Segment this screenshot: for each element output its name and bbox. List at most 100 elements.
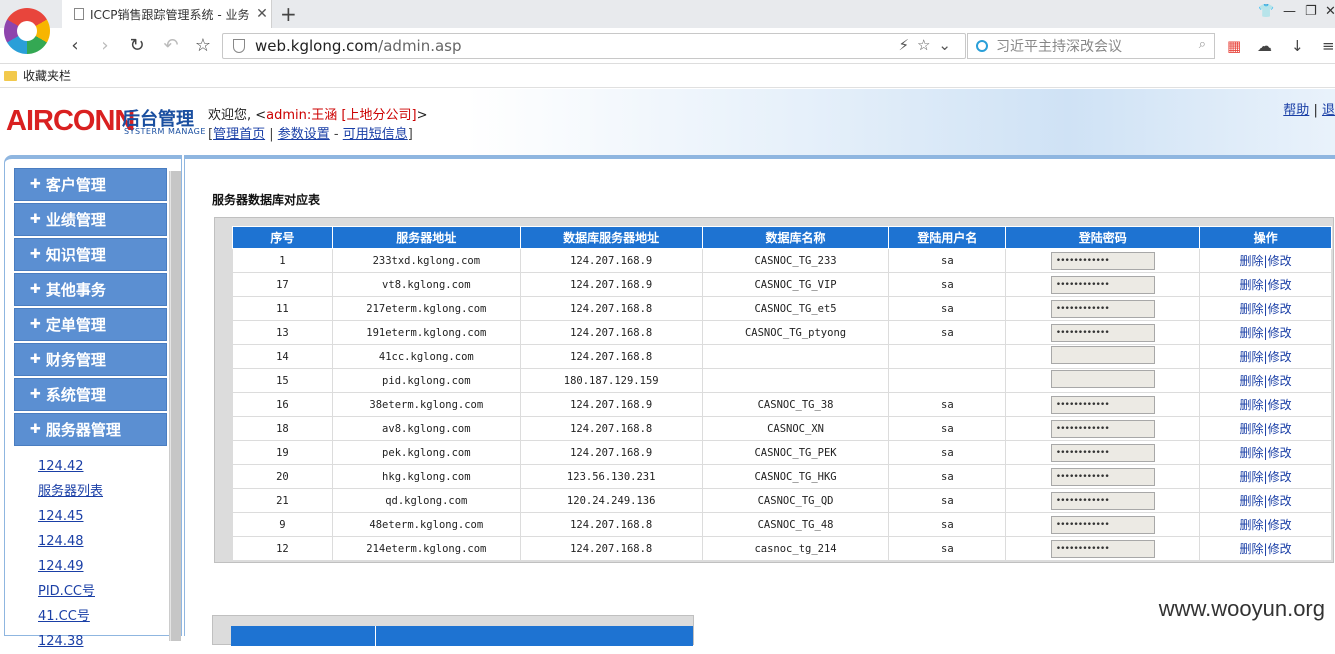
help-link[interactable]: 帮助	[1283, 103, 1309, 118]
search-icon[interactable]: ⌕	[1199, 37, 1206, 52]
edit-link[interactable]: 修改	[1268, 398, 1292, 412]
submenu-link[interactable]: 124.49	[38, 554, 103, 579]
row-actions: 删除|修改	[1240, 424, 1292, 436]
skin-icon[interactable]: 👕	[1258, 4, 1274, 19]
edit-link[interactable]: 修改	[1268, 542, 1292, 556]
cell-server: vt8.kglong.com	[332, 273, 520, 297]
favorite-star-icon[interactable]: ☆	[192, 35, 214, 57]
minimize-icon[interactable]: —	[1283, 4, 1296, 19]
edit-link[interactable]: 修改	[1268, 470, 1292, 484]
submenu-link[interactable]: 124.45	[38, 504, 103, 529]
sidebar-item-other[interactable]: ✚其他事务	[14, 273, 167, 306]
password-field[interactable]: ••••••••••••	[1051, 492, 1155, 510]
submenu-link[interactable]: 41.CC号	[38, 604, 103, 629]
submenu-link[interactable]: PID.CC号	[38, 579, 103, 604]
password-field[interactable]: ••••••••••••	[1051, 540, 1155, 558]
delete-link[interactable]: 删除	[1240, 326, 1264, 340]
submenu-link[interactable]: 124.42	[38, 454, 103, 479]
maximize-icon[interactable]: ❐	[1305, 4, 1317, 19]
delete-link[interactable]: 删除	[1240, 518, 1264, 532]
bookmarks-label[interactable]: 收藏夹栏	[23, 67, 71, 84]
edit-link[interactable]: 修改	[1268, 374, 1292, 388]
submenu-link[interactable]: 服务器列表	[38, 479, 103, 504]
password-field[interactable]: ••••••••••••	[1051, 468, 1155, 486]
menu-icon[interactable]: ≡	[1322, 37, 1335, 55]
password-field[interactable]: ••••••••••••	[1051, 252, 1155, 270]
cell-id: 21	[233, 489, 333, 513]
search-box[interactable]: 习近平主持深改会议 ⌕	[967, 33, 1215, 59]
browser-tab[interactable]: ICCP销售跟踪管理系统 - 业务 ✕	[62, 0, 272, 28]
delete-link[interactable]: 删除	[1240, 398, 1264, 412]
bookmarks-bar: 收藏夹栏	[0, 64, 1335, 88]
help-links: 帮助 | 退	[1283, 99, 1335, 118]
sidebar-item-finance[interactable]: ✚财务管理	[14, 343, 167, 376]
password-field[interactable]: ••••••••••••	[1051, 444, 1155, 462]
settings-link[interactable]: 参数设置	[278, 127, 330, 142]
delete-link[interactable]: 删除	[1240, 542, 1264, 556]
home-link[interactable]: 管理首页	[213, 127, 265, 142]
new-tab-icon[interactable]: +	[280, 2, 297, 26]
delete-link[interactable]: 删除	[1240, 254, 1264, 268]
undo-icon[interactable]: ↶	[160, 35, 182, 57]
logout-link[interactable]: 退	[1322, 103, 1335, 118]
submenu-link[interactable]: 124.48	[38, 529, 103, 554]
edit-link[interactable]: 修改	[1268, 278, 1292, 292]
row-actions: 删除|修改	[1240, 520, 1292, 532]
address-bar-actions[interactable]: ⚡☆⌄	[898, 36, 959, 54]
edit-link[interactable]: 修改	[1268, 518, 1292, 532]
cloud-icon[interactable]: ☁	[1257, 37, 1272, 55]
sidebar-item-orders[interactable]: ✚定单管理	[14, 308, 167, 341]
table-row: 1233txd.kglong.com124.207.168.9CASNOC_TG…	[233, 249, 1332, 273]
password-field[interactable]: ••••••••••••	[1051, 516, 1155, 534]
edit-link[interactable]: 修改	[1268, 326, 1292, 340]
download-icon[interactable]: ↓	[1291, 37, 1304, 55]
messages-link[interactable]: 可用短信息	[343, 127, 408, 142]
edit-link[interactable]: 修改	[1268, 494, 1292, 508]
delete-link[interactable]: 删除	[1240, 446, 1264, 460]
cell-user: sa	[889, 417, 1006, 441]
delete-link[interactable]: 删除	[1240, 374, 1264, 388]
browser-logo-icon[interactable]	[4, 8, 50, 54]
address-bar[interactable]: web.kglong.com/admin.asp ⚡☆⌄	[222, 33, 966, 59]
delete-link[interactable]: 删除	[1240, 302, 1264, 316]
sidebar-item-system[interactable]: ✚系统管理	[14, 378, 167, 411]
sidebar-item-performance[interactable]: ✚业绩管理	[14, 203, 167, 236]
forward-icon[interactable]: ›	[94, 35, 116, 57]
edit-link[interactable]: 修改	[1268, 254, 1292, 268]
password-field[interactable]	[1051, 370, 1155, 388]
delete-link[interactable]: 删除	[1240, 470, 1264, 484]
apps-grid-icon[interactable]: ▦	[1227, 37, 1241, 55]
submenu-link[interactable]: 124.38	[38, 629, 103, 654]
password-field[interactable]: ••••••••••••	[1051, 300, 1155, 318]
edit-link[interactable]: 修改	[1268, 302, 1292, 316]
edit-link[interactable]: 修改	[1268, 422, 1292, 436]
password-field[interactable]: ••••••••••••	[1051, 324, 1155, 342]
sidebar-item-knowledge[interactable]: ✚知识管理	[14, 238, 167, 271]
cell-db-server: 123.56.130.231	[520, 465, 702, 489]
sidebar-item-customers[interactable]: ✚客户管理	[14, 168, 167, 201]
delete-link[interactable]: 删除	[1240, 278, 1264, 292]
sidebar-scrollbar[interactable]	[169, 171, 181, 641]
close-window-icon[interactable]: ✕	[1325, 4, 1335, 19]
back-icon[interactable]: ‹	[64, 35, 86, 57]
edit-link[interactable]: 修改	[1268, 350, 1292, 364]
cell-user	[889, 369, 1006, 393]
password-field[interactable]: ••••••••••••	[1051, 396, 1155, 414]
delete-link[interactable]: 删除	[1240, 422, 1264, 436]
expand-plus-icon: ✚	[30, 387, 41, 402]
close-tab-icon[interactable]: ✕	[253, 6, 271, 22]
col-header-db-server: 数据库服务器地址	[520, 227, 702, 249]
cell-server: 191eterm.kglong.com	[332, 321, 520, 345]
password-field[interactable]	[1051, 346, 1155, 364]
reload-icon[interactable]: ↻	[126, 35, 148, 57]
cell-server: 217eterm.kglong.com	[332, 297, 520, 321]
delete-link[interactable]: 删除	[1240, 494, 1264, 508]
edit-link[interactable]: 修改	[1268, 446, 1292, 460]
password-field[interactable]: ••••••••••••	[1051, 420, 1155, 438]
cell-actions: 删除|修改	[1200, 369, 1332, 393]
sidebar-item-servers[interactable]: ✚服务器管理	[14, 413, 167, 446]
delete-link[interactable]: 删除	[1240, 350, 1264, 364]
cell-server: qd.kglong.com	[332, 489, 520, 513]
scrollbar-thumb[interactable]	[171, 171, 181, 641]
password-field[interactable]: ••••••••••••	[1051, 276, 1155, 294]
